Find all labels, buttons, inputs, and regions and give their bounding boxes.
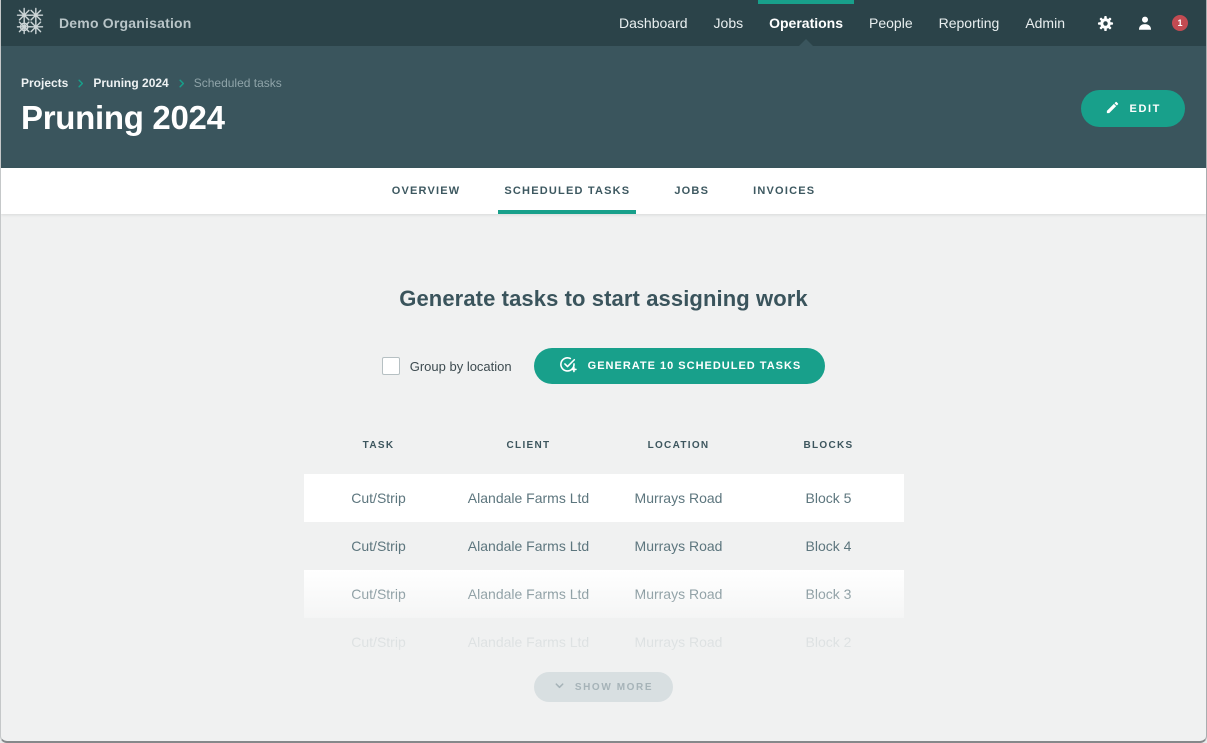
cell-task: Cut/Strip <box>304 538 454 554</box>
table-row[interactable]: Cut/Strip Alandale Farms Ltd Murrays Roa… <box>304 474 904 522</box>
show-more-label: SHOW MORE <box>575 682 653 693</box>
column-header-task: TASK <box>304 440 454 466</box>
table-header-row: TASK CLIENT LOCATION BLOCKS <box>304 440 904 466</box>
tab-bar: OVERVIEW SCHEDULED TASKS JOBS INVOICES <box>1 168 1206 214</box>
nav-item-people[interactable]: People <box>856 0 926 46</box>
cell-location: Murrays Road <box>604 490 754 506</box>
generate-controls: Group by location GENERATE 10 SCHEDULED … <box>1 348 1206 384</box>
nav-item-operations[interactable]: Operations <box>756 0 856 46</box>
column-header-blocks: BLOCKS <box>754 440 904 466</box>
cell-blocks: Block 3 <box>754 586 904 602</box>
chevron-right-icon <box>75 78 86 89</box>
main-content: Generate tasks to start assigning work G… <box>1 214 1206 702</box>
cell-client: Alandale Farms Ltd <box>454 538 604 554</box>
table-row[interactable]: Cut/Strip Alandale Farms Ltd Murrays Roa… <box>304 570 904 618</box>
generate-heading: Generate tasks to start assigning work <box>1 286 1206 312</box>
nav-item-jobs[interactable]: Jobs <box>701 0 757 46</box>
tab-jobs[interactable]: JOBS <box>668 168 715 214</box>
edit-button-label: EDIT <box>1130 103 1161 115</box>
organisation-name: Demo Organisation <box>59 15 192 31</box>
cell-location: Murrays Road <box>604 538 754 554</box>
show-more-button[interactable]: SHOW MORE <box>534 672 673 702</box>
nav-item-operations-label: Operations <box>769 15 843 31</box>
tab-overview[interactable]: OVERVIEW <box>386 168 467 214</box>
top-navigation-bar: Demo Organisation Dashboard Jobs Operati… <box>1 0 1206 46</box>
generate-tasks-button[interactable]: GENERATE 10 SCHEDULED TASKS <box>534 348 826 384</box>
chevron-right-icon <box>176 78 187 89</box>
edit-button[interactable]: EDIT <box>1081 90 1185 127</box>
app-window: Demo Organisation Dashboard Jobs Operati… <box>0 0 1207 743</box>
snowflake-logo-icon <box>15 6 45 41</box>
nav-item-admin[interactable]: Admin <box>1012 0 1078 46</box>
group-by-location-control[interactable]: Group by location <box>382 357 512 375</box>
brand[interactable]: Demo Organisation <box>15 6 192 41</box>
nav-links: Dashboard Jobs Operations People Reporti… <box>606 0 1078 46</box>
cell-location: Murrays Road <box>604 634 754 650</box>
cell-location: Murrays Road <box>604 586 754 602</box>
group-by-location-label: Group by location <box>410 359 512 374</box>
breadcrumb-projects[interactable]: Projects <box>21 76 68 90</box>
nav-item-reporting[interactable]: Reporting <box>926 0 1013 46</box>
cell-task: Cut/Strip <box>304 490 454 506</box>
column-header-client: CLIENT <box>454 440 604 466</box>
cell-blocks: Block 4 <box>754 538 904 554</box>
nav-item-dashboard[interactable]: Dashboard <box>606 0 701 46</box>
cell-task: Cut/Strip <box>304 586 454 602</box>
cell-client: Alandale Farms Ltd <box>454 490 604 506</box>
chevron-down-icon <box>554 680 565 694</box>
tab-invoices[interactable]: INVOICES <box>747 168 821 214</box>
pencil-icon <box>1105 100 1120 118</box>
settings-gear-icon[interactable] <box>1092 10 1118 36</box>
user-account-icon[interactable] <box>1132 10 1158 36</box>
breadcrumb: Projects Pruning 2024 Scheduled tasks <box>21 76 1186 90</box>
active-nav-caret <box>799 39 813 46</box>
breadcrumb-pruning-2024[interactable]: Pruning 2024 <box>93 76 168 90</box>
nav-icon-group: 1 <box>1092 10 1188 36</box>
group-by-location-checkbox[interactable] <box>382 357 400 375</box>
cell-client: Alandale Farms Ltd <box>454 634 604 650</box>
active-nav-indicator-bar <box>758 0 854 4</box>
cell-task: Cut/Strip <box>304 634 454 650</box>
check-plus-circle-icon <box>558 355 577 377</box>
page-title: Pruning 2024 <box>21 99 1186 137</box>
cell-client: Alandale Farms Ltd <box>454 586 604 602</box>
column-header-location: LOCATION <box>604 440 754 466</box>
table-row[interactable]: Cut/Strip Alandale Farms Ltd Murrays Roa… <box>304 618 904 666</box>
generate-tasks-button-label: GENERATE 10 SCHEDULED TASKS <box>588 360 802 372</box>
cell-blocks: Block 5 <box>754 490 904 506</box>
table-body: Cut/Strip Alandale Farms Ltd Murrays Roa… <box>304 474 904 666</box>
tab-scheduled-tasks[interactable]: SCHEDULED TASKS <box>498 168 636 214</box>
table-row[interactable]: Cut/Strip Alandale Farms Ltd Murrays Roa… <box>304 522 904 570</box>
breadcrumb-scheduled-tasks: Scheduled tasks <box>194 76 282 90</box>
notification-badge[interactable]: 1 <box>1172 15 1188 31</box>
cell-blocks: Block 2 <box>754 634 904 650</box>
page-header: Projects Pruning 2024 Scheduled tasks Pr… <box>1 46 1206 168</box>
scheduled-tasks-table: TASK CLIENT LOCATION BLOCKS Cut/Strip Al… <box>304 440 904 666</box>
